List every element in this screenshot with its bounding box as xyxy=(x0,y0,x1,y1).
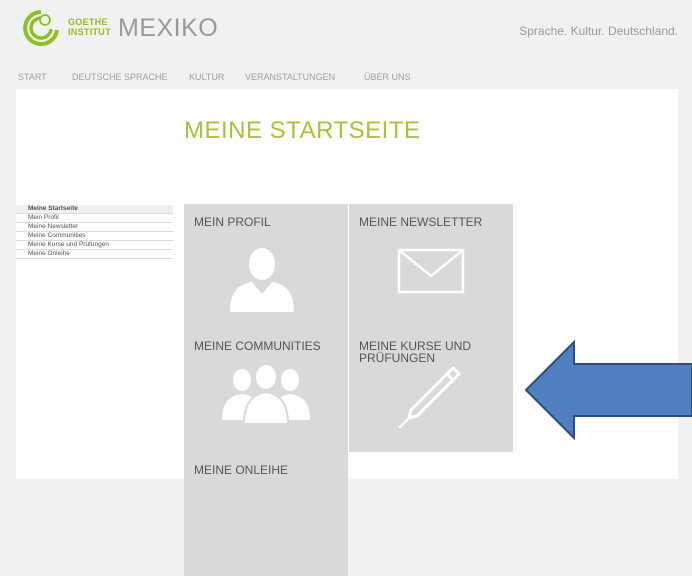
pencil-icon xyxy=(398,366,461,429)
logo-line-institut: INSTITUT xyxy=(68,27,111,37)
tile-meine-communities[interactable]: MEINE COMMUNITIES xyxy=(184,328,348,452)
site-title: MEXIKO xyxy=(118,14,219,42)
nav-item-ueber-uns[interactable]: ÜBER UNS xyxy=(364,72,411,82)
nav-item-deutsche-sprache[interactable]: DEUTSCHE SPRACHE xyxy=(72,72,168,82)
nav-item-veranstaltungen[interactable]: VERANSTALTUNGEN xyxy=(245,72,335,82)
tagline: Sprache. Kultur. Deutschland. xyxy=(519,24,678,38)
tile-label: MEINE NEWSLETTER xyxy=(359,215,483,229)
tile-label: MEIN PROFIL xyxy=(194,215,271,229)
sidebar-item-meine-startseite[interactable]: Meine Startseite xyxy=(16,205,173,214)
tile-meine-newsletter[interactable]: MEINE NEWSLETTER xyxy=(349,204,513,328)
tile-label: MEINE KURSE UND PRÜFUNGEN xyxy=(359,339,472,365)
tile-meine-onleihe[interactable]: MEINE ONLEIHE xyxy=(184,452,348,576)
header: GOETHE INSTITUT MEXIKO Sprache. Kultur. … xyxy=(0,0,692,62)
person-icon xyxy=(230,248,294,312)
left-arrow-annotation-icon xyxy=(524,340,692,440)
tile-label: MEINE COMMUNITIES xyxy=(194,339,321,353)
sidebar-menu: Meine Startseite Mein Profil Meine Newsl… xyxy=(16,205,173,259)
tile-label: MEINE ONLEIHE xyxy=(194,463,289,477)
tile-mein-profil[interactable]: MEIN PROFIL xyxy=(184,204,348,328)
goethe-logo-icon[interactable] xyxy=(18,8,64,48)
logo-line-goethe: GOETHE xyxy=(68,17,108,27)
tile-meine-kurse-und-pruefungen[interactable]: MEINE KURSE UND PRÜFUNGEN xyxy=(349,328,513,452)
group-icon xyxy=(222,363,310,424)
sidebar-item-meine-communities[interactable]: Meine Communities xyxy=(16,232,173,241)
nav-item-start[interactable]: START xyxy=(18,72,47,82)
logo-text: GOETHE INSTITUT xyxy=(68,17,111,37)
sidebar-item-meine-newsletter[interactable]: Meine Newsletter xyxy=(16,223,173,232)
nav-item-kultur[interactable]: KULTUR xyxy=(189,72,224,82)
sidebar-item-meine-onleihe[interactable]: Meine Onleihe xyxy=(16,250,173,259)
page-title: MEINE STARTSEITE xyxy=(184,117,421,144)
sidebar-item-mein-profil[interactable]: Mein Profil xyxy=(16,214,173,223)
sidebar-item-meine-kurse[interactable]: Meine Kurse und Prüfungen xyxy=(16,241,173,250)
envelope-icon xyxy=(397,248,465,294)
